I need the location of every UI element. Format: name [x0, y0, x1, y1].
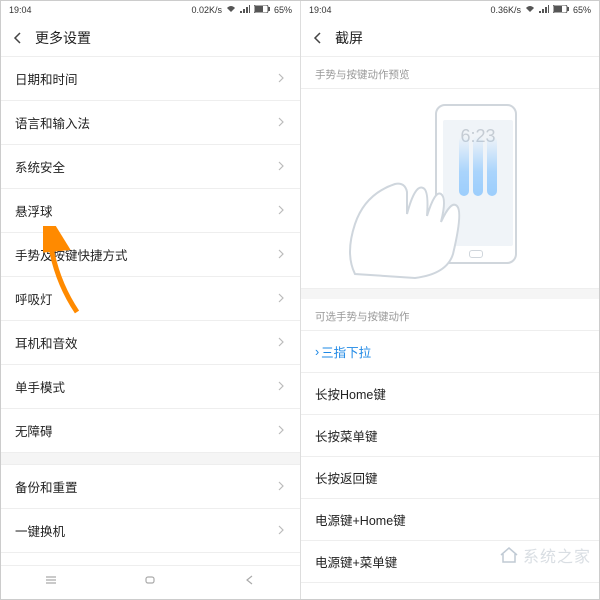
nav-menu-icon[interactable] [44, 573, 58, 592]
gesture-option[interactable]: 电源键+菜单键 [301, 541, 599, 583]
right-screenshot: 19:04 0.36K/s 65% 截屏 手势与按键动作预览 6:23 [300, 1, 599, 599]
wifi-icon [525, 5, 535, 15]
settings-row[interactable]: 日期和时间 [1, 57, 300, 101]
settings-row[interactable]: 单手模式 [1, 365, 300, 409]
row-label: 手势及按键快捷方式 [15, 245, 128, 264]
chevron-right-icon [276, 72, 286, 86]
system-nav-bar [1, 565, 300, 599]
status-battery-pct: 65% [274, 5, 292, 15]
chevron-right-icon [276, 524, 286, 538]
nav-back-icon[interactable] [243, 573, 257, 592]
chevron-right-icon [276, 160, 286, 174]
settings-list-2: 备份和重置一键换机 [1, 465, 300, 553]
row-label: 系统安全 [15, 157, 65, 176]
gesture-option[interactable]: 长按返回键 [301, 457, 599, 499]
settings-row[interactable]: 悬浮球 [1, 189, 300, 233]
battery-icon [254, 5, 270, 15]
hand-icon [335, 144, 475, 284]
section-gap [301, 289, 599, 299]
row-label: 备份和重置 [15, 477, 78, 496]
back-icon[interactable] [11, 31, 25, 45]
chevron-right-icon [276, 248, 286, 262]
page-title-left: 更多设置 [35, 28, 91, 48]
settings-row[interactable]: 备份和重置 [1, 465, 300, 509]
option-label: 电源键+Home键 [315, 510, 406, 529]
option-label: 三指下拉 [321, 342, 371, 361]
settings-row[interactable]: 耳机和音效 [1, 321, 300, 365]
settings-list: 日期和时间语言和输入法系统安全悬浮球手势及按键快捷方式呼吸灯耳机和音效单手模式无… [1, 57, 300, 453]
row-label: 单手模式 [15, 377, 65, 396]
back-icon[interactable] [311, 31, 325, 45]
row-label: 语言和输入法 [15, 113, 90, 132]
status-bar-right: 19:04 0.36K/s 65% [301, 1, 599, 19]
settings-row[interactable]: 系统安全 [1, 145, 300, 189]
chevron-right-icon [276, 380, 286, 394]
option-label: 电源键+菜单键 [315, 552, 397, 571]
row-label: 一键换机 [15, 521, 65, 540]
gesture-option[interactable]: ›三指下拉 [301, 331, 599, 373]
status-time: 19:04 [9, 5, 32, 15]
option-label: 长按Home键 [315, 384, 386, 403]
signal-icon [539, 5, 549, 15]
selected-caret-icon: › [315, 345, 319, 359]
left-screenshot: 19:04 0.02K/s 65% 更多设置 日期和时间语言和输入 [1, 1, 300, 599]
row-label: 悬浮球 [15, 201, 53, 220]
section-gap [1, 453, 300, 465]
signal-icon [240, 5, 250, 15]
row-label: 无障碍 [15, 421, 53, 440]
status-battery-pct: 65% [573, 5, 591, 15]
status-time: 19:04 [309, 5, 332, 15]
chevron-right-icon [276, 116, 286, 130]
options-list: ›三指下拉长按Home键长按菜单键长按返回键电源键+Home键电源键+菜单键 [301, 331, 599, 583]
chevron-right-icon [276, 480, 286, 494]
option-label: 长按菜单键 [315, 426, 378, 445]
chevron-right-icon [276, 292, 286, 306]
gesture-option[interactable]: 长按Home键 [301, 373, 599, 415]
row-label: 耳机和音效 [15, 333, 78, 352]
settings-row[interactable]: 无障碍 [1, 409, 300, 453]
swipe-trail-icon [487, 136, 497, 196]
page-title-right: 截屏 [335, 28, 363, 48]
options-section-label: 可选手势与按键动作 [301, 299, 599, 331]
title-bar-left: 更多设置 [1, 19, 300, 57]
settings-row[interactable]: 语言和输入法 [1, 101, 300, 145]
battery-icon [553, 5, 569, 15]
chevron-right-icon [276, 204, 286, 218]
status-netspeed: 0.02K/s [191, 5, 222, 15]
option-label: 长按返回键 [315, 468, 378, 487]
chevron-right-icon [276, 424, 286, 438]
settings-row[interactable]: 一键换机 [1, 509, 300, 553]
row-label: 日期和时间 [15, 69, 78, 88]
status-netspeed: 0.36K/s [490, 5, 521, 15]
gesture-option[interactable]: 长按菜单键 [301, 415, 599, 457]
chevron-right-icon [276, 336, 286, 350]
row-label: 呼吸灯 [15, 289, 53, 308]
gesture-option[interactable]: 电源键+Home键 [301, 499, 599, 541]
wifi-icon [226, 5, 236, 15]
nav-home-icon[interactable] [143, 573, 157, 592]
gesture-preview: 6:23 [301, 89, 599, 289]
preview-section-label: 手势与按键动作预览 [301, 57, 599, 89]
settings-row[interactable]: 呼吸灯 [1, 277, 300, 321]
title-bar-right: 截屏 [301, 19, 599, 57]
settings-row[interactable]: 手势及按键快捷方式 [1, 233, 300, 277]
status-bar-left: 19:04 0.02K/s 65% [1, 1, 300, 19]
